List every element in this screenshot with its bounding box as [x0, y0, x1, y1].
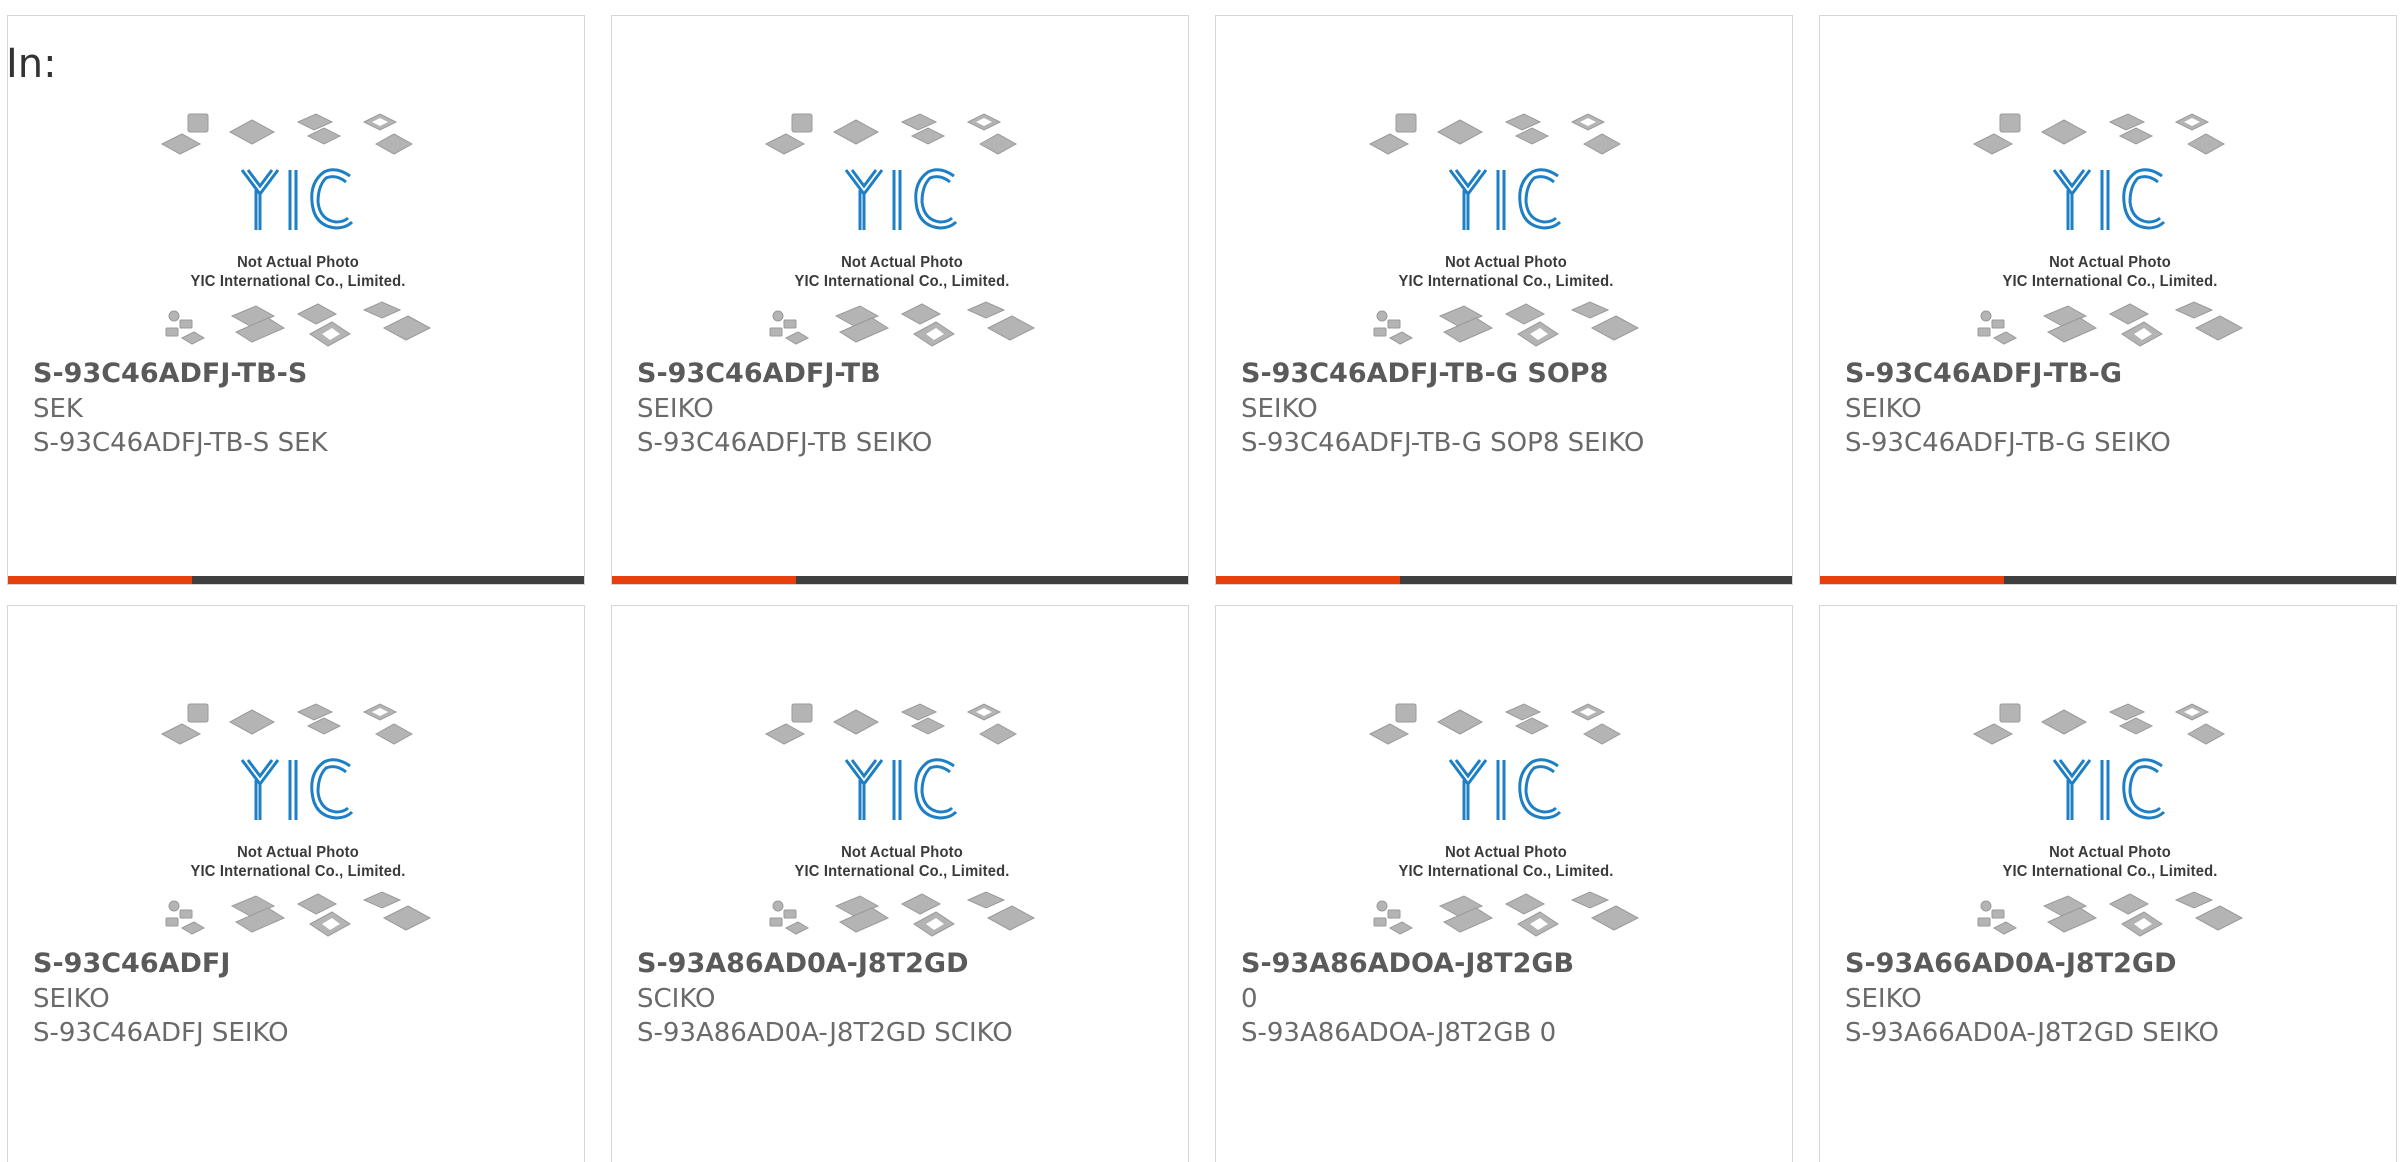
product-description: S-93C46ADFJ-TB SEIKO [637, 428, 933, 458]
product-image-placeholder: Not Actual Photo YIC International Co., … [160, 696, 436, 946]
part-number[interactable]: S-93A66AD0A-J8T2GD [1845, 948, 2177, 979]
chip-collage-icon [1972, 703, 2244, 937]
company-name-text: YIC International Co., Limited. [2002, 863, 2218, 880]
product-card[interactable]: Not Actual Photo YIC International Co., … [1215, 605, 1793, 1162]
product-card[interactable]: Not Actual Photo YIC International Co., … [1819, 605, 2397, 1162]
not-actual-photo-text: Not Actual Photo [841, 254, 963, 271]
company-name-text: YIC International Co., Limited. [1398, 273, 1614, 290]
product-description: S-93C46ADFJ-TB-S SEK [33, 428, 328, 458]
product-description: S-93C46ADFJ SEIKO [33, 1018, 289, 1048]
manufacturer: SEIKO [1241, 394, 1318, 424]
card-progress-bar [1820, 576, 2396, 584]
chip-collage-icon [764, 113, 1036, 347]
product-description: S-93A66AD0A-J8T2GD SEIKO [1845, 1018, 2219, 1048]
manufacturer: SEIKO [637, 394, 714, 424]
not-actual-photo-text: Not Actual Photo [2049, 254, 2171, 271]
product-image-placeholder: Not Actual Photo YIC International Co., … [1368, 106, 1644, 356]
chip-collage-icon [764, 703, 1036, 937]
company-name-text: YIC International Co., Limited. [1398, 863, 1614, 880]
product-card[interactable]: Not Actual Photo YIC International Co., … [611, 605, 1189, 1162]
product-description: S-93C46ADFJ-TB-G SOP8 SEIKO [1241, 428, 1645, 458]
product-card[interactable]: Not Actual Photo YIC International Co., … [611, 15, 1189, 585]
manufacturer: SEK [33, 394, 83, 424]
company-name-text: YIC International Co., Limited. [2002, 273, 2218, 290]
product-description: S-93A86ADOA-J8T2GB 0 [1241, 1018, 1557, 1048]
card-progress-bar [1216, 576, 1792, 584]
manufacturer: SEIKO [1845, 394, 1922, 424]
product-card[interactable]: Not Actual Photo YIC International Co., … [1819, 15, 2397, 585]
company-name-text: YIC International Co., Limited. [794, 863, 1010, 880]
part-number[interactable]: S-93C46ADFJ-TB-G [1845, 358, 2122, 389]
company-name-text: YIC International Co., Limited. [190, 863, 406, 880]
chip-collage-icon [160, 113, 432, 347]
product-image-placeholder: Not Actual Photo YIC International Co., … [1972, 696, 2248, 946]
part-number[interactable]: S-93C46ADFJ-TB-G SOP8 [1241, 358, 1608, 389]
product-description: S-93C46ADFJ-TB-G SEIKO [1845, 428, 2171, 458]
part-number[interactable]: S-93A86AD0A-J8T2GD [637, 948, 969, 979]
part-number[interactable]: S-93C46ADFJ-TB [637, 358, 881, 389]
part-number[interactable]: S-93C46ADFJ-TB-S [33, 358, 307, 389]
product-image-placeholder: Not Actual Photo YIC International Co., … [764, 106, 1040, 356]
not-actual-photo-text: Not Actual Photo [841, 844, 963, 861]
manufacturer: SEIKO [1845, 984, 1922, 1014]
chip-collage-icon [160, 703, 432, 937]
company-name-text: YIC International Co., Limited. [190, 273, 406, 290]
chip-collage-icon [1368, 703, 1640, 937]
part-number[interactable]: S-93C46ADFJ [33, 948, 230, 979]
not-actual-photo-text: Not Actual Photo [1445, 844, 1567, 861]
card-progress-fill [612, 576, 797, 584]
not-actual-photo-text: Not Actual Photo [237, 844, 359, 861]
not-actual-photo-text: Not Actual Photo [237, 254, 359, 271]
in-label: In: [6, 41, 57, 87]
card-progress-bar [8, 576, 584, 584]
product-image-placeholder: Not Actual Photo YIC International Co., … [160, 106, 436, 356]
product-card[interactable]: Not Actual Photo YIC International Co., … [1215, 15, 1793, 585]
company-name-text: YIC International Co., Limited. [794, 273, 1010, 290]
product-image-placeholder: Not Actual Photo YIC International Co., … [764, 696, 1040, 946]
card-progress-bar [612, 576, 1188, 584]
manufacturer: SEIKO [33, 984, 110, 1014]
manufacturer: 0 [1241, 984, 1258, 1014]
card-progress-fill [8, 576, 193, 584]
product-image-placeholder: Not Actual Photo YIC International Co., … [1368, 696, 1644, 946]
product-image-placeholder: Not Actual Photo YIC International Co., … [1972, 106, 2248, 356]
not-actual-photo-text: Not Actual Photo [2049, 844, 2171, 861]
card-progress-fill [1820, 576, 2005, 584]
chip-collage-icon [1368, 113, 1640, 347]
card-progress-fill [1216, 576, 1401, 584]
not-actual-photo-text: Not Actual Photo [1445, 254, 1567, 271]
product-description: S-93A86AD0A-J8T2GD SCIKO [637, 1018, 1013, 1048]
chip-collage-icon [1972, 113, 2244, 347]
product-grid-page: In: Not Actual Photo YIC International C… [0, 0, 2400, 1162]
part-number[interactable]: S-93A86ADOA-J8T2GB [1241, 948, 1574, 979]
product-card[interactable]: Not Actual Photo YIC International Co., … [7, 15, 585, 585]
product-card[interactable]: Not Actual Photo YIC International Co., … [7, 605, 585, 1162]
manufacturer: SCIKO [637, 984, 716, 1014]
